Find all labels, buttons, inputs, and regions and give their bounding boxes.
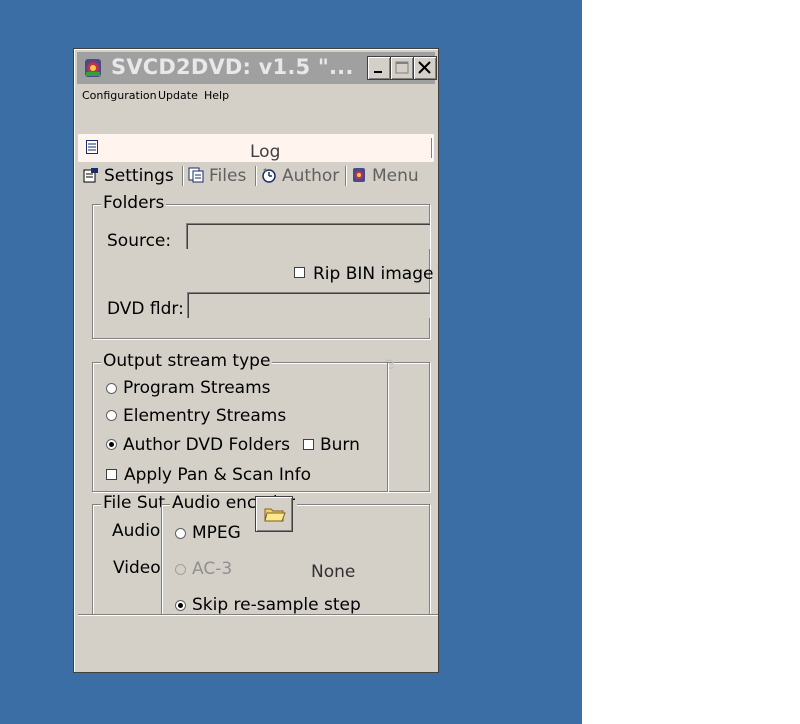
output-stream-title: Output stream type xyxy=(101,351,273,371)
ac3-label: AC-3 xyxy=(192,559,233,579)
minimize-button[interactable] xyxy=(367,56,391,80)
source-label: Source: xyxy=(107,231,172,251)
tab-separator xyxy=(431,138,433,158)
browse-folder-button[interactable] xyxy=(255,496,293,532)
close-icon xyxy=(418,61,431,74)
maximize-icon xyxy=(395,61,409,74)
dvd-folder-label: DVD fldr: xyxy=(107,299,184,319)
tab-menu-label: Menu xyxy=(372,166,419,186)
source-field[interactable] xyxy=(186,223,430,249)
menu-update[interactable]: Update xyxy=(158,89,198,102)
author-dvd-folders-label: Author DVD Folders xyxy=(123,435,290,455)
tab-settings-label: Settings xyxy=(104,166,174,186)
tab-author[interactable]: Author xyxy=(258,162,344,190)
author-icon xyxy=(262,168,276,183)
audio-label: Audio xyxy=(112,521,161,541)
skip-resample-radio[interactable] xyxy=(175,600,186,611)
program-streams-label: Program Streams xyxy=(123,378,271,398)
burn-checkbox[interactable] xyxy=(303,439,314,450)
app-window: SVCD2DVD: v1.5 "... Configuration Update… xyxy=(73,48,439,673)
skip-resample-label: Skip re-sample step xyxy=(192,595,361,614)
tab-separator xyxy=(255,166,257,186)
tab-log-label: Log xyxy=(250,142,281,162)
rip-bin-checkbox[interactable] xyxy=(294,267,305,278)
status-divider xyxy=(78,614,438,616)
minimize-icon xyxy=(374,71,382,73)
window-title: SVCD2DVD: v1.5 "... xyxy=(111,55,354,79)
tab-log[interactable]: Log xyxy=(78,134,434,162)
settings-icon xyxy=(83,168,98,183)
menu-configuration[interactable]: Configuration xyxy=(82,89,157,102)
elementry-streams-label: Elementry Streams xyxy=(123,406,287,426)
ac3-radio[interactable] xyxy=(175,564,186,575)
video-label: Video xyxy=(113,558,161,578)
app-icon xyxy=(85,59,101,77)
tab-files-label: Files xyxy=(209,166,247,186)
tab-menu[interactable]: Menu xyxy=(348,162,432,190)
menu-icon xyxy=(353,168,365,182)
mpeg-label: MPEG xyxy=(192,523,241,543)
mpeg-radio[interactable] xyxy=(175,528,186,539)
maximize-button[interactable] xyxy=(390,56,414,80)
pan-scan-checkbox[interactable] xyxy=(106,469,117,480)
tab-separator xyxy=(182,166,184,186)
log-icon xyxy=(86,140,98,154)
dvd-folder-field[interactable] xyxy=(187,292,430,318)
pan-scan-label: Apply Pan & Scan Info xyxy=(124,465,312,485)
program-streams-radio[interactable] xyxy=(106,383,117,394)
file-substream-title: File Sut xyxy=(101,493,168,513)
close-button[interactable] xyxy=(413,56,437,80)
elementry-streams-radio[interactable] xyxy=(106,410,117,421)
files-icon xyxy=(188,167,204,183)
tab-settings[interactable]: Settings xyxy=(80,162,184,190)
author-dvd-folders-radio[interactable] xyxy=(106,439,117,450)
burn-label: Burn xyxy=(320,435,360,455)
tab-area: Log Settings Files Author Menu Folders S… xyxy=(78,134,434,614)
menu-bar: Configuration Update Help xyxy=(77,86,435,106)
folder-icon xyxy=(264,508,286,522)
tab-files[interactable]: Files xyxy=(185,162,255,190)
folders-group-title: Folders xyxy=(101,193,167,213)
tab-row: Settings Files Author Menu xyxy=(78,162,434,190)
menu-help[interactable]: Help xyxy=(204,89,229,102)
tab-separator xyxy=(345,166,347,186)
title-bar[interactable]: SVCD2DVD: v1.5 "... xyxy=(77,52,437,84)
tab-author-label: Author xyxy=(282,166,340,186)
none-label: None xyxy=(311,562,356,582)
rip-bin-label: Rip BIN image xyxy=(313,264,434,284)
